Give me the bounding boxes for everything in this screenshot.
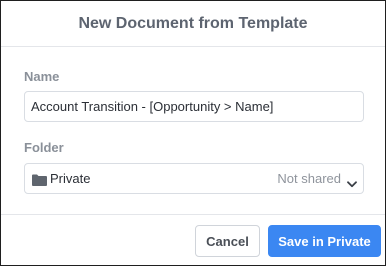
dialog-footer: Cancel Save in Private [1,214,385,266]
folder-icon [32,173,47,186]
save-in-private-button[interactable]: Save in Private [268,225,381,257]
cancel-button[interactable]: Cancel [195,225,260,257]
name-label: Name [24,69,60,84]
name-input[interactable] [24,91,364,122]
folder-select[interactable]: Private Not shared [24,163,364,194]
new-document-dialog: New Document from Template Name Folder P… [0,0,386,266]
selected-folder: Private [50,171,91,186]
dialog-title: New Document from Template [78,14,308,32]
folder-label: Folder [24,140,64,155]
share-status: Not shared [277,171,341,186]
chevron-down-icon [347,175,357,188]
dialog-header: New Document from Template [1,1,385,47]
